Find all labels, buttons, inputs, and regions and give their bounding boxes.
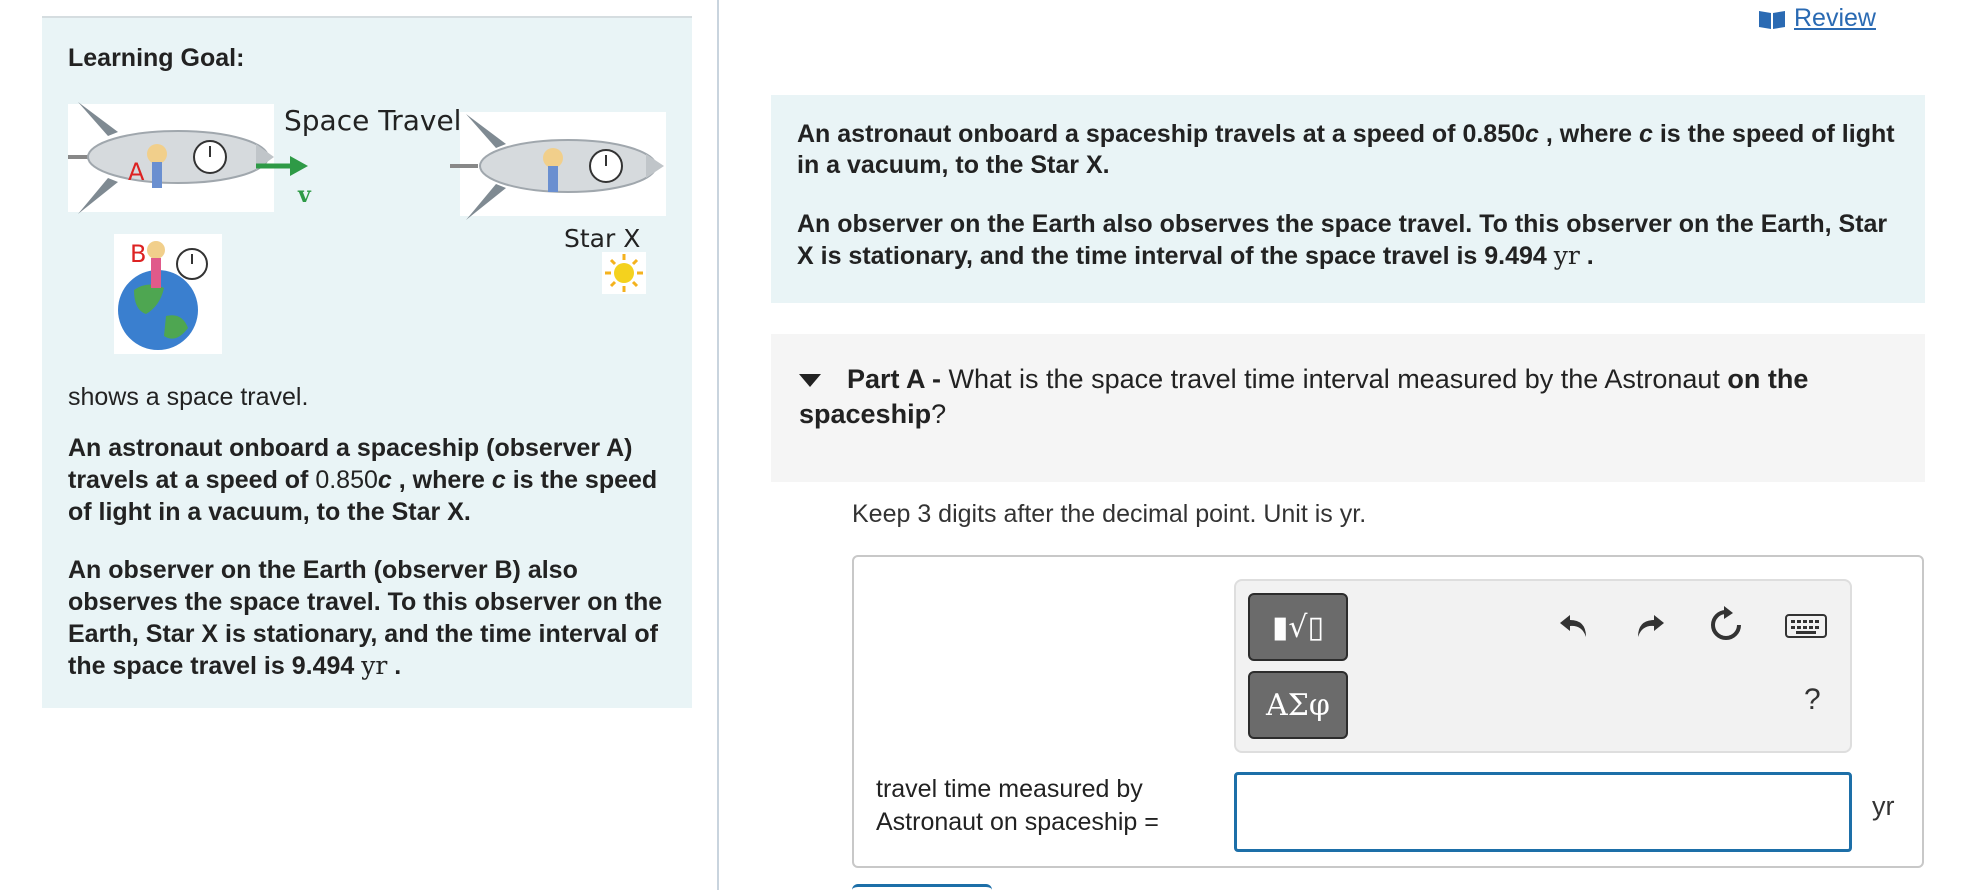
observer-b-label: B	[130, 240, 147, 268]
part-a-label: Part A -	[847, 364, 942, 394]
star-x-label: Star X	[564, 224, 641, 253]
part-a-header[interactable]: Part A - What is the space travel time i…	[771, 334, 1925, 482]
intro-paragraph-1: An astronaut onboard a spaceship travels…	[797, 120, 1895, 179]
math-toolbar: ▮√▯ ΑΣφ ?	[1234, 579, 1852, 753]
book-icon	[1759, 10, 1785, 29]
redo-icon[interactable]	[1630, 605, 1670, 645]
figure-caption: shows a space travel.	[68, 383, 309, 411]
unit-label: yr	[1872, 791, 1895, 821]
intro-paragraph-2: An observer on the Earth also observes t…	[797, 210, 1888, 270]
reset-icon[interactable]	[1706, 605, 1746, 645]
answer-box: ▮√▯ ΑΣφ ? travel time measured by Astron…	[852, 555, 1924, 868]
left-paragraph-2: An observer on the Earth (observer B) al…	[68, 556, 663, 680]
symbols-button[interactable]: ΑΣφ	[1248, 671, 1348, 739]
left-paragraph-1: An astronaut onboard a spaceship (observ…	[68, 434, 658, 526]
undo-icon[interactable]	[1554, 605, 1594, 645]
review-label[interactable]: Review	[1794, 4, 1876, 33]
figure-title: Space Travel	[284, 104, 462, 137]
review-link[interactable]: Review	[1758, 4, 1876, 33]
problem-intro: An astronaut onboard a spaceship travels…	[771, 95, 1925, 303]
column-divider	[717, 0, 719, 890]
answer-label: travel time measured by Astronaut on spa…	[876, 775, 1159, 836]
help-button[interactable]: ?	[1804, 683, 1821, 717]
answer-input[interactable]	[1234, 772, 1852, 852]
learning-goal-title: Learning Goal:	[68, 44, 245, 72]
space-travel-figure: Space Travel A v B Star X	[68, 84, 668, 354]
keyboard-icon[interactable]	[1782, 605, 1830, 645]
observer-a-label: A	[128, 158, 145, 186]
templates-button[interactable]: ▮√▯	[1248, 593, 1348, 661]
collapse-caret-icon[interactable]	[799, 374, 821, 388]
instruction-text: Keep 3 digits after the decimal point. U…	[852, 500, 1367, 528]
velocity-label: v	[298, 182, 311, 208]
learning-goal-panel: Learning Goal: Space Travel A v B Star X…	[42, 16, 692, 708]
submit-button[interactable]	[852, 884, 992, 893]
star-x-icon	[602, 252, 646, 294]
